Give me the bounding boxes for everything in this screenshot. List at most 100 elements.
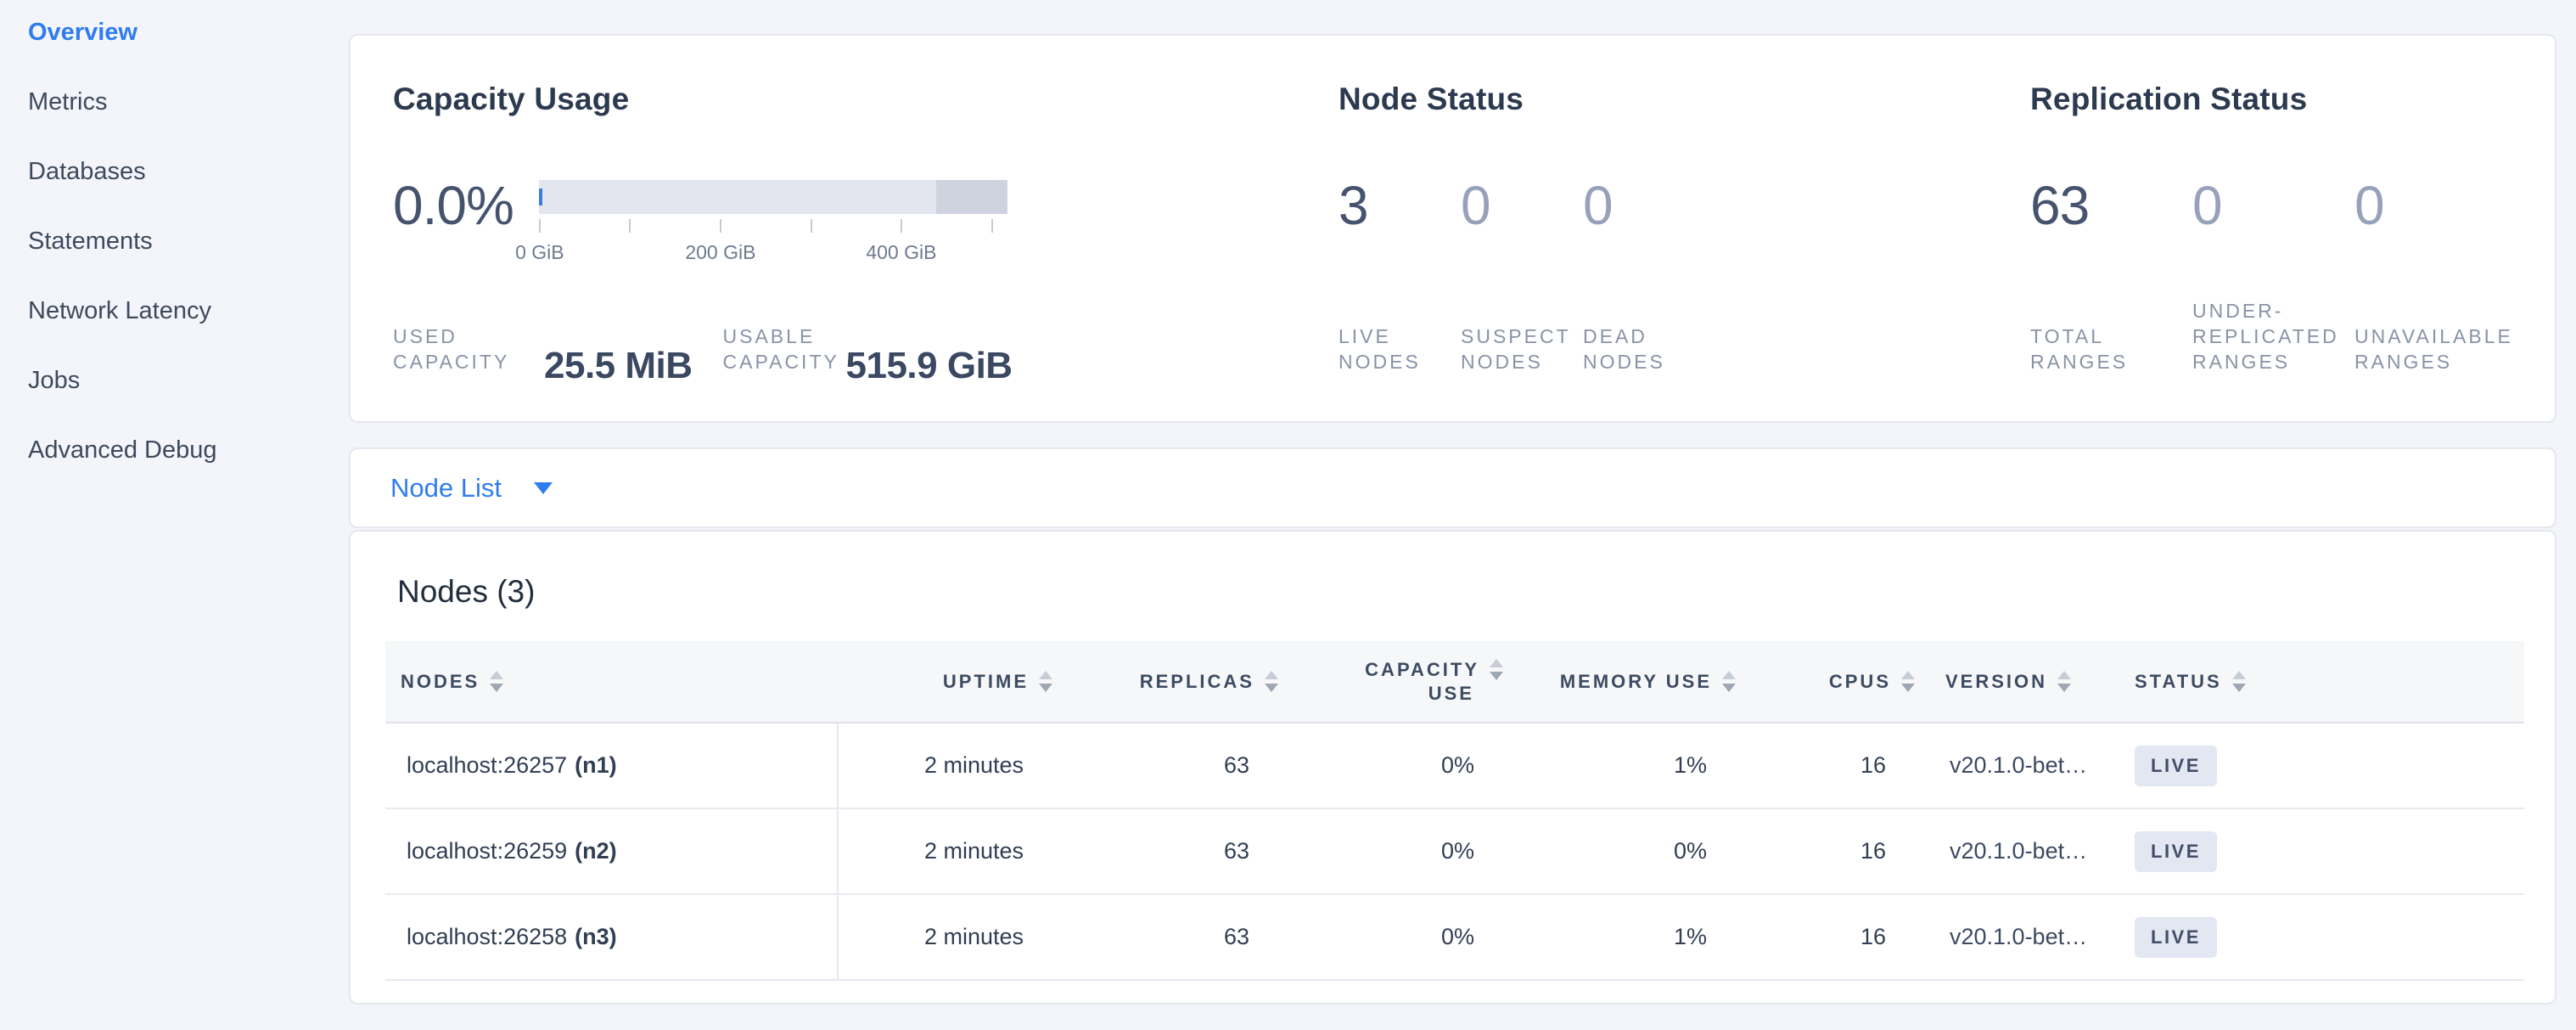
column-header-memory-use[interactable]: MEMORY USE [1474, 671, 1707, 693]
sort-icon [490, 671, 503, 692]
total-label-line1: TOTAL [2030, 324, 2192, 349]
column-header-capacity-use[interactable]: CAPACITY USE [1249, 658, 1474, 706]
table-row[interactable]: localhost:26257 (n1) 2 minutes 63 0% 1% … [385, 723, 2524, 809]
node-address-cell: localhost:26258 (n3) [385, 895, 839, 979]
status-badge: LIVE [2135, 831, 2217, 872]
version-cell: v20.1.0-bet… [1886, 723, 2128, 808]
capacity-footer: USED CAPACITY 25.5 MiB USABLE CAPACITY 5… [393, 324, 1013, 374]
suspect-nodes-value: 0 [1461, 178, 1583, 233]
axis-tick [720, 219, 721, 233]
suspect-label-line2: NODES [1461, 349, 1583, 374]
live-nodes-label: LIVE NODES [1339, 324, 1461, 374]
nodes-table-card: Nodes (3) NODES UPTIME REPLICAS [349, 530, 2556, 1005]
axis-label-200gib: 200 GiB [685, 241, 755, 264]
unavailable-label-line2: RANGES [2354, 349, 2517, 374]
version-header-label: VERSION [1945, 671, 2047, 693]
column-header-version[interactable]: VERSION [1886, 671, 2128, 693]
axis-label-400gib: 400 GiB [866, 241, 936, 264]
sidebar-item-statements[interactable]: Statements [0, 228, 348, 297]
memory-use-cell: 1% [1474, 895, 1707, 979]
capacity-bar-nonusable-segment [936, 180, 1007, 214]
capacity-use-line2: USE [1428, 682, 1474, 706]
suspect-nodes-stat: 0 [1461, 178, 1583, 233]
under-replicated-label-line3: RANGES [2192, 349, 2354, 374]
total-ranges-stat: 63 [2030, 178, 2192, 233]
main-content: Capacity Usage 0.0% 0 Gi [349, 0, 2556, 1030]
cluster-summary-card: Capacity Usage 0.0% 0 Gi [349, 34, 2556, 423]
capacity-use-cell: 0% [1249, 723, 1474, 808]
version-cell: v20.1.0-bet… [1886, 809, 2128, 893]
column-header-status[interactable]: STATUS [2128, 671, 2524, 693]
sidebar-item-databases[interactable]: Databases [0, 158, 348, 228]
replicas-cell: 63 [1024, 809, 1249, 893]
replication-status-title: Replication Status [2030, 82, 2307, 117]
dead-nodes-label: DEAD NODES [1583, 324, 1705, 374]
table-row[interactable]: localhost:26258 (n3) 2 minutes 63 0% 1% … [385, 895, 2524, 981]
under-replicated-label-line1: UNDER- [2192, 298, 2354, 324]
sidebar-item-jobs[interactable]: Jobs [0, 367, 348, 436]
node-address: localhost:26257 [407, 752, 567, 779]
sort-icon [2232, 671, 2246, 692]
unavailable-label: UNAVAILABLE RANGES [2354, 324, 2517, 374]
dead-nodes-value: 0 [1583, 178, 1705, 233]
total-ranges-value: 63 [2030, 178, 2192, 233]
live-label-line2: NODES [1339, 349, 1461, 374]
sidebar-item-overview[interactable]: Overview [0, 19, 348, 88]
table-header-row: NODES UPTIME REPLICAS CAPAC [385, 641, 2524, 723]
node-status-section: Node Status 3 0 0 LIVE NODES [1339, 36, 2030, 421]
node-list-dropdown[interactable]: Node List [390, 473, 502, 504]
node-status-title: Node Status [1339, 82, 1524, 117]
cpus-cell: 16 [1707, 895, 1886, 979]
column-header-cpus[interactable]: CPUS [1707, 671, 1886, 693]
sidebar-item-metrics[interactable]: Metrics [0, 88, 348, 158]
node-id: (n2) [575, 838, 617, 864]
column-header-replicas[interactable]: REPLICAS [1024, 671, 1249, 693]
status-badge: LIVE [2135, 917, 2217, 958]
capacity-bar-used-marker [539, 189, 542, 205]
axis-tick [539, 219, 541, 233]
under-replicated-stat: 0 [2192, 178, 2354, 233]
dead-label-line1: DEAD [1583, 324, 1705, 349]
nodes-heading: Nodes (3) [397, 574, 535, 610]
under-replicated-label-line2: REPLICATED [2192, 324, 2354, 349]
sort-icon [2057, 671, 2071, 692]
node-address-cell: localhost:26259 (n2) [385, 809, 839, 893]
axis-tick [629, 219, 631, 233]
sidebar-item-network-latency[interactable]: Network Latency [0, 297, 348, 367]
node-address-cell: localhost:26257 (n1) [385, 723, 839, 808]
node-address: localhost:26258 [407, 924, 567, 950]
capacity-percent-value: 0.0% [393, 178, 514, 233]
column-header-nodes[interactable]: NODES [385, 671, 839, 693]
replicas-cell: 63 [1024, 895, 1249, 979]
table-row[interactable]: localhost:26259 (n2) 2 minutes 63 0% 0% … [385, 809, 2524, 895]
live-label-line1: LIVE [1339, 324, 1461, 349]
version-cell: v20.1.0-bet… [1886, 895, 2128, 979]
node-id: (n3) [575, 924, 617, 950]
unavailable-value: 0 [2354, 178, 2517, 233]
nodes-header-label: NODES [401, 671, 480, 693]
status-cell: LIVE [2128, 723, 2524, 808]
used-capacity-label-line1: USED [393, 324, 544, 349]
live-nodes-stat: 3 [1339, 178, 1461, 233]
usable-capacity-label: USABLE CAPACITY [723, 324, 846, 374]
usable-capacity-label-line2: CAPACITY [723, 349, 846, 374]
chevron-down-icon[interactable] [534, 482, 553, 494]
dead-nodes-stat: 0 [1583, 178, 1705, 233]
column-header-uptime[interactable]: UPTIME [839, 671, 1024, 693]
unavailable-label-line1: UNAVAILABLE [2354, 324, 2517, 349]
under-replicated-label: UNDER- REPLICATED RANGES [2192, 298, 2354, 374]
used-capacity-value: 25.5 MiB [544, 347, 693, 385]
capacity-gauge: 0.0% 0 GiB 200 GiB [393, 178, 1023, 233]
memory-use-header-label: MEMORY USE [1560, 671, 1712, 693]
used-capacity-label-line2: CAPACITY [393, 349, 544, 374]
status-badge: LIVE [2135, 746, 2217, 786]
used-capacity-label: USED CAPACITY [393, 324, 544, 374]
capacity-usage-section: Capacity Usage 0.0% 0 Gi [393, 36, 1339, 421]
total-ranges-label: TOTAL RANGES [2030, 324, 2192, 374]
replicas-header-label: REPLICAS [1140, 671, 1254, 693]
sidebar-item-advanced-debug[interactable]: Advanced Debug [0, 436, 348, 506]
suspect-label-line1: SUSPECT [1461, 324, 1583, 349]
node-list-dropdown-bar: Node List [349, 447, 2556, 528]
capacity-bar: 0 GiB 200 GiB 400 GiB [539, 180, 1023, 234]
capacity-use-line1: CAPACITY [1365, 658, 1479, 682]
